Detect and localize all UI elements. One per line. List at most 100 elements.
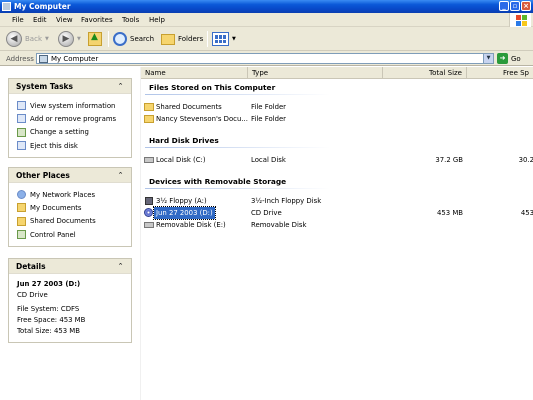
item-total-size: 453 MB <box>436 209 463 217</box>
forward-arrow-icon: ▶ <box>58 31 74 47</box>
folder-icon <box>144 115 154 123</box>
toolbar-divider <box>207 31 208 47</box>
place-label: My Network Places <box>30 190 96 199</box>
details-filesystem: File System: CDFS <box>17 305 80 313</box>
task-view-system-information[interactable]: View system information <box>17 99 131 112</box>
chevron-down-icon: ▼ <box>232 36 236 42</box>
up-button[interactable] <box>88 30 102 48</box>
search-label: Search <box>130 35 155 43</box>
address-input[interactable]: My Computer ▼ <box>36 53 494 64</box>
folders-icon <box>161 33 175 45</box>
address-dropdown-button[interactable]: ▼ <box>483 54 493 63</box>
column-name[interactable]: Name <box>141 67 248 79</box>
details-title: Details <box>16 262 46 271</box>
back-arrow-icon: ◀ <box>6 31 22 47</box>
group-divider <box>145 94 330 95</box>
forward-button[interactable]: ▶ ▼ <box>58 30 81 48</box>
task-pane: System Tasks ⌃ View system information A… <box>0 67 140 400</box>
menu-tools[interactable]: Tools <box>122 16 139 24</box>
window-title: My Computer <box>14 2 71 11</box>
search-button[interactable]: Search <box>113 30 154 48</box>
my-computer-icon <box>39 55 48 63</box>
item-name: Removable Disk (E:) <box>156 221 226 229</box>
item-type: 3½-Inch Floppy Disk <box>251 197 322 205</box>
details-header[interactable]: Details ⌃ <box>9 259 131 274</box>
list-item[interactable]: Nancy Stevenson's Docu... File Folder <box>141 113 533 125</box>
menu-favorites[interactable]: Favorites <box>81 16 113 24</box>
folder-up-icon <box>88 32 102 46</box>
menu-view[interactable]: View <box>56 16 73 24</box>
column-total-size[interactable]: Total Size <box>383 67 467 79</box>
group-removable-storage: Devices with Removable Storage <box>149 177 287 186</box>
minimize-button[interactable]: _ <box>499 1 509 11</box>
place-label: Shared Documents <box>30 217 96 226</box>
details-panel: Details ⌃ Jun 27 2003 (D:) CD Drive File… <box>8 258 132 343</box>
chevron-down-icon: ▼ <box>45 36 49 42</box>
item-type: CD Drive <box>251 209 282 217</box>
system-tasks-panel: System Tasks ⌃ View system information A… <box>8 78 132 159</box>
toolbar-divider <box>108 31 109 47</box>
list-item[interactable]: Shared Documents File Folder <box>141 101 533 113</box>
network-icon <box>17 190 26 200</box>
details-item-type: CD Drive <box>17 291 48 299</box>
folders-label: Folders <box>178 35 204 43</box>
close-button[interactable]: × <box>521 1 531 11</box>
address-value: My Computer <box>51 55 99 63</box>
system-tasks-header[interactable]: System Tasks ⌃ <box>9 79 131 94</box>
go-arrow-icon: ➜ <box>497 53 508 64</box>
folder-icon <box>17 216 26 226</box>
folder-icon <box>17 203 26 213</box>
list-item[interactable]: Local Disk (C:) Local Disk 37.2 GB 30.2 <box>141 154 533 166</box>
menu-file[interactable]: File <box>12 16 24 24</box>
views-button[interactable]: ▼ <box>212 30 236 48</box>
programs-icon <box>17 114 26 124</box>
address-bar: Address My Computer ▼ ➜ Go <box>0 51 533 66</box>
column-type[interactable]: Type <box>248 67 383 79</box>
back-button[interactable]: ◀ Back ▼ <box>6 30 49 48</box>
collapse-icon[interactable]: ⌃ <box>116 262 125 271</box>
views-icon <box>212 32 229 46</box>
hard-disk-icon <box>144 157 154 163</box>
item-free-space: 453 <box>520 209 533 217</box>
column-free-space[interactable]: Free Sp <box>467 67 533 79</box>
place-control-panel[interactable]: Control Panel <box>17 228 131 241</box>
place-label: My Documents <box>30 203 82 212</box>
task-label: Change a setting <box>30 128 89 137</box>
collapse-icon[interactable]: ⌃ <box>116 82 125 91</box>
menu-help[interactable]: Help <box>149 16 165 24</box>
item-name: Local Disk (C:) <box>156 156 206 164</box>
collapse-icon[interactable]: ⌃ <box>116 171 125 180</box>
other-places-header[interactable]: Other Places ⌃ <box>9 168 131 183</box>
folders-button[interactable]: Folders <box>161 30 203 48</box>
floppy-disk-icon <box>145 197 153 205</box>
cd-drive-icon <box>144 208 153 217</box>
place-shared-documents[interactable]: Shared Documents <box>17 215 131 228</box>
file-list: Name Type Total Size Free Sp Files Store… <box>140 67 533 400</box>
toolbar: ◀ Back ▼ ▶ ▼ Search Folders ▼ <box>0 27 533 51</box>
details-item-name: Jun 27 2003 (D:) <box>17 280 81 288</box>
removable-disk-icon <box>144 222 154 228</box>
task-add-remove-programs[interactable]: Add or remove programs <box>17 112 131 125</box>
search-icon <box>113 32 127 46</box>
menu-edit[interactable]: Edit <box>33 16 47 24</box>
task-label: View system information <box>30 101 116 110</box>
task-change-setting[interactable]: Change a setting <box>17 126 131 139</box>
list-item[interactable]: 3½ Floppy (A:) 3½-Inch Floppy Disk <box>141 195 533 207</box>
item-name: 3½ Floppy (A:) <box>156 197 207 205</box>
place-my-documents[interactable]: My Documents <box>17 201 131 214</box>
group-divider <box>145 188 330 189</box>
windows-logo-icon <box>509 13 531 27</box>
item-type: Removable Disk <box>251 221 307 229</box>
details-free-space: Free Space: 453 MB <box>17 316 86 324</box>
task-label: Eject this disk <box>30 141 78 150</box>
task-eject-disk[interactable]: Eject this disk <box>17 139 131 152</box>
eject-icon <box>17 141 26 151</box>
item-name: Jun 27 2003 (D:) <box>153 206 216 220</box>
title-bar[interactable]: My Computer _ ▫ × <box>0 0 533 13</box>
place-my-network-places[interactable]: My Network Places <box>17 188 131 201</box>
list-item-selected[interactable]: Jun 27 2003 (D:) CD Drive 453 MB 453 <box>141 206 533 220</box>
maximize-button[interactable]: ▫ <box>510 1 520 11</box>
list-item[interactable]: Removable Disk (E:) Removable Disk <box>141 219 533 231</box>
go-button[interactable]: ➜ Go <box>497 53 521 64</box>
control-panel-icon <box>17 127 26 137</box>
